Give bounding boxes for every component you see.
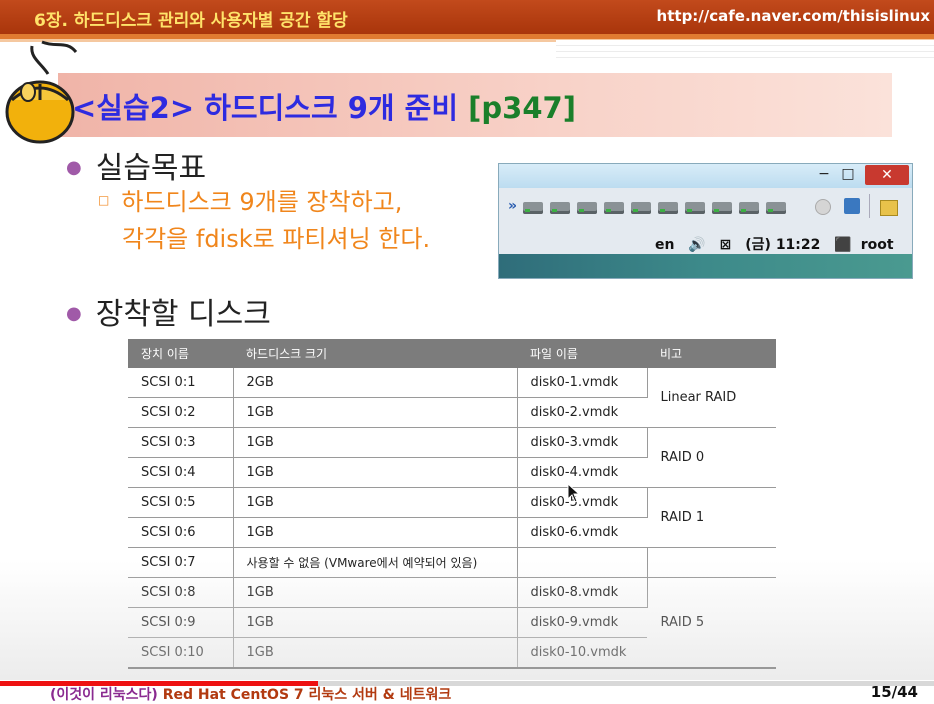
col-size: 하드디스크 크기 [233, 339, 517, 368]
page-number: 15/44 [870, 683, 918, 701]
disks-label: 장착할 디스크 [95, 297, 271, 332]
cell-size: 1GB [233, 517, 518, 548]
cell-note [647, 547, 776, 578]
cell-device: SCSI 0:6 [128, 517, 234, 548]
cell-size: 1GB [233, 487, 518, 518]
cell-size: 1GB [233, 397, 518, 428]
goal-detail-line1: 하드디스크 9개를 장착하고, [121, 188, 403, 216]
cell-note: Linear RAID [647, 368, 776, 428]
cell-file: disk0-4.vmdk [517, 457, 647, 488]
minimize-button[interactable]: − [814, 166, 834, 186]
hard-disk-icon[interactable] [550, 202, 570, 214]
footer-book-title: (이것이 리눅스다) Red Hat CentOS 7 리눅스 서버 & 네트워… [50, 684, 451, 704]
user-icon: ⬛ [834, 237, 852, 253]
cell-size: 사용할 수 없음 (VMware에서 예약되어 있음) [233, 547, 518, 578]
table-row: SCSI 0:3 1GB disk0-3.vmdk RAID 0 [128, 427, 776, 488]
bullet-goal: ● 실습목표 [66, 143, 206, 187]
title-main: <실습2> 하드디스크 9개 준비 [72, 91, 459, 125]
guest-status-bar: en 🔊 ⊠ (금) 11:22 ⬛ root [655, 234, 903, 254]
table-row: SCSI 0:5 1GB disk0-5.vmdk RAID 1 [128, 487, 776, 548]
hard-disk-icon[interactable] [577, 202, 597, 214]
cell-note: RAID 5 [647, 577, 776, 669]
cell-size: 1GB [233, 637, 518, 669]
hard-disk-icon[interactable] [631, 202, 651, 214]
cell-file: disk0-3.vmdk [517, 427, 648, 458]
disk-table: 장치 이름 하드디스크 크기 파일 이름 비고 SCSI 0:1 2GB dis… [128, 339, 776, 669]
hard-disk-icon[interactable] [739, 202, 759, 214]
cell-file: disk0-9.vmdk [517, 607, 647, 638]
expand-arrow-icon[interactable]: » [508, 198, 517, 214]
cell-file: disk0-5.vmdk [517, 487, 648, 518]
title-page-ref: [p347] [468, 91, 576, 125]
cell-note: RAID 0 [647, 427, 776, 488]
cell-size: 1GB [233, 577, 518, 608]
cell-device: SCSI 0:3 [128, 427, 234, 458]
hard-disk-icons [523, 202, 786, 214]
maximize-button[interactable]: □ [838, 166, 858, 186]
cell-device: SCSI 0:5 [128, 487, 234, 518]
volume-icon[interactable]: 🔊 [688, 237, 705, 253]
vm-titlebar: − □ ✕ [499, 164, 912, 188]
cell-file: disk0-2.vmdk [517, 397, 647, 428]
guest-desktop [499, 254, 912, 278]
cell-file: disk0-8.vmdk [517, 577, 648, 608]
hard-disk-icon[interactable] [523, 202, 543, 214]
bullet-dot: ● [66, 303, 82, 324]
hard-disk-icon[interactable] [685, 202, 705, 214]
close-button[interactable]: ✕ [865, 165, 909, 185]
table-header-row: 장치 이름 하드디스크 크기 파일 이름 비고 [128, 339, 776, 368]
cell-device: SCSI 0:7 [128, 547, 234, 578]
cell-file: disk0-1.vmdk [517, 368, 648, 398]
cell-note: RAID 1 [647, 487, 776, 548]
col-device: 장치 이름 [128, 339, 233, 368]
goal-label: 실습목표 [95, 151, 207, 186]
cell-device: SCSI 0:2 [128, 397, 234, 428]
cell-size: 1GB [233, 427, 518, 458]
chapter-title: 6장. 하드디스크 관리와 사용자별 공간 할당 [34, 11, 348, 31]
table-row: SCSI 0:1 2GB disk0-1.vmdk Linear RAID [128, 368, 776, 428]
toolbar-separator [869, 194, 870, 218]
col-note: 비고 [647, 339, 776, 368]
cell-device: SCSI 0:10 [128, 637, 234, 669]
decorative-lines [556, 40, 934, 62]
hard-disk-icon[interactable] [604, 202, 624, 214]
hard-disk-icon[interactable] [766, 202, 786, 214]
cell-device: SCSI 0:8 [128, 577, 234, 608]
network-adapter-icon[interactable] [844, 198, 860, 214]
vm-device-toolbar: » en 🔊 ⊠ (금) 11:22 ⬛ root [499, 188, 912, 254]
col-file: 파일 이름 [517, 339, 647, 368]
table-row: SCSI 0:7 사용할 수 없음 (VMware에서 예약되어 있음) [128, 547, 776, 578]
cell-file: disk0-6.vmdk [517, 517, 647, 548]
cell-device: SCSI 0:1 [128, 368, 234, 398]
language-indicator[interactable]: en [655, 237, 674, 253]
cell-device: SCSI 0:9 [128, 607, 234, 638]
cafe-url[interactable]: http://cafe.naver.com/thisislinux [657, 7, 930, 25]
slide-title: <실습2> 하드디스크 9개 준비 [p347] [72, 85, 576, 127]
goal-detail-line2: 각각을 fdisk로 파티셔닝 한다. [122, 225, 431, 253]
cell-size: 2GB [233, 368, 518, 398]
cd-drive-icon[interactable] [815, 199, 831, 215]
hard-disk-icon[interactable] [658, 202, 678, 214]
cell-device: SCSI 0:4 [128, 457, 234, 488]
header-bar: 6장. 하드디스크 관리와 사용자별 공간 할당 http://cafe.nav… [0, 0, 934, 34]
vm-window-screenshot: − □ ✕ » en 🔊 ⊠ (금) 11:22 ⬛ root [498, 163, 913, 279]
message-log-icon[interactable] [880, 200, 898, 216]
table-row: SCSI 0:8 1GB disk0-8.vmdk RAID 5 [128, 577, 776, 669]
bullet-dot: ● [66, 157, 82, 178]
clock[interactable]: (금) 11:22 [745, 237, 820, 253]
cell-size: 1GB [233, 607, 518, 638]
network-icon[interactable]: ⊠ [720, 237, 732, 253]
cell-file: disk0-10.vmdk [517, 637, 647, 669]
square-bullet-icon: □ [98, 193, 110, 207]
hard-disk-icon[interactable] [712, 202, 732, 214]
bullet-disks: ● 장착할 디스크 [66, 289, 271, 333]
cell-size: 1GB [233, 457, 518, 488]
goal-detail: □ 하드디스크 9개를 장착하고, 각각을 fdisk로 파티셔닝 한다. [98, 186, 430, 256]
cell-file [517, 547, 648, 578]
user-name[interactable]: root [861, 237, 894, 253]
mouse-cursor-icon [567, 483, 581, 503]
